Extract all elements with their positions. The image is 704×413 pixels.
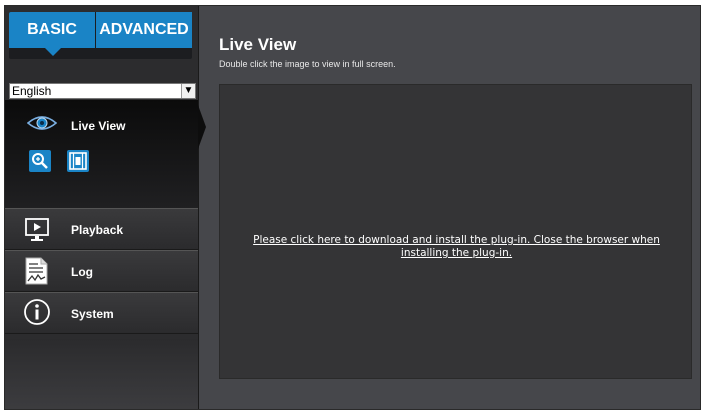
chevron-down-icon[interactable]: ▼ — [181, 84, 195, 98]
sidebar-item-label: Log — [71, 265, 93, 279]
sidebar-item-label: Playback — [71, 223, 124, 237]
language-select[interactable]: English ▼ — [9, 83, 196, 99]
info-icon — [23, 298, 51, 326]
tab-advanced[interactable]: ADVANCED — [96, 12, 192, 48]
tab-basic[interactable]: BASIC — [9, 12, 95, 56]
app-window: BASIC ADVANCED English ▼ Live View Playb… — [4, 5, 701, 410]
sidebar-footer — [5, 339, 198, 409]
plugin-download-link[interactable]: Please click here to download and instal… — [250, 234, 663, 260]
film-icon[interactable] — [67, 150, 89, 172]
sidebar-item-playback[interactable]: Playback — [5, 208, 198, 250]
page-title: Live View — [219, 35, 297, 54]
language-value: English — [12, 84, 52, 98]
zoom-icon[interactable] — [29, 150, 51, 172]
live-view-player[interactable]: Please click here to download and instal… — [219, 84, 692, 379]
live-view-label[interactable]: Live View — [71, 119, 125, 133]
tab-bar: BASIC ADVANCED — [9, 12, 192, 59]
sidebar-item-label: System — [71, 307, 114, 321]
eye-icon[interactable] — [26, 114, 58, 132]
playback-icon — [23, 215, 51, 243]
sidebar-item-system[interactable]: System — [5, 292, 198, 334]
sidebar-item-log[interactable]: Log — [5, 250, 198, 292]
active-indicator — [198, 105, 206, 149]
log-icon — [24, 256, 50, 286]
live-view-section: Live View — [5, 100, 198, 210]
sidebar: BASIC ADVANCED English ▼ Live View Playb… — [5, 6, 199, 409]
page-subtitle: Double click the image to view in full s… — [219, 59, 396, 69]
